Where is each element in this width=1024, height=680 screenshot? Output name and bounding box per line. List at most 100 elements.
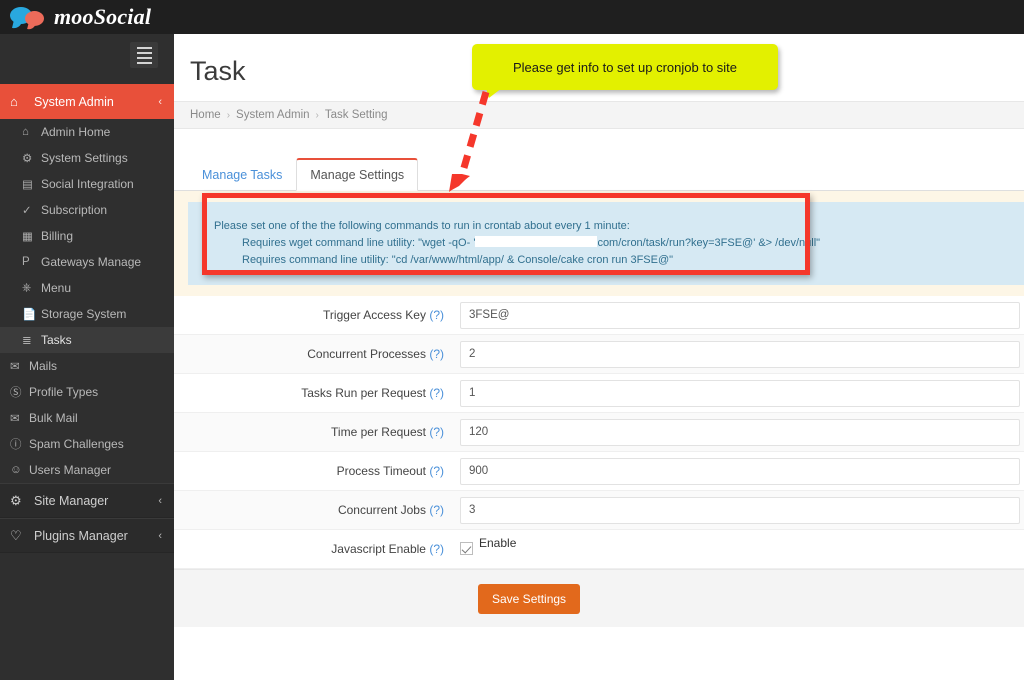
concurrent-jobs-input[interactable] [460,496,1020,524]
gear-icon: ⚙ [22,153,33,165]
sidebar-item-menu[interactable]: ⎈ Menu [0,275,174,301]
form-row-javascript-enable: Javascript Enable (?) Enable [174,530,1024,569]
form-label: Javascript Enable (?) [174,542,460,556]
form-control [460,379,1024,407]
time-per-request-input[interactable] [460,418,1020,446]
help-icon[interactable]: (?) [429,542,444,556]
paypal-icon: P [22,256,30,268]
form-control [460,301,1024,329]
tab-manage-tasks[interactable]: Manage Tasks [188,159,296,191]
form-row-concurrent-jobs: Concurrent Jobs (?) [174,491,1024,530]
sidebar-section-label: Plugins Manager [34,528,128,543]
form-control [460,418,1024,446]
sidebar-item-billing[interactable]: ▦ Billing [0,223,174,249]
form-label: Tasks Run per Request (?) [174,386,460,400]
breadcrumb-separator-icon: › [315,109,319,121]
sidebar-item-label: System Settings [41,151,128,165]
sidebar-item-tasks[interactable]: ≣ Tasks [0,327,174,353]
form-control: Enable [460,536,1024,556]
tasks-run-per-request-input[interactable] [460,379,1020,407]
envelope-icon: ✉ [10,413,20,425]
sidebar-item-users-manager[interactable]: ☺ Users Manager [0,457,174,483]
plug-icon: ♡ [10,527,22,543]
help-icon[interactable]: (?) [429,386,444,400]
brand-name: mooSocial [54,4,152,29]
form-label: Concurrent Processes (?) [174,347,460,361]
label-text: Time per Request [331,425,426,439]
sidebar-item-label: Profile Types [29,385,99,399]
annotation-callout: Please get info to set up cronjob to sit… [472,44,778,90]
check-icon: ✓ [22,205,32,217]
sidebar-section-site-manager[interactable]: ⚙ Site Manager ‹ [0,483,174,518]
form-label: Time per Request (?) [174,425,460,439]
chevron-left-icon: ‹ [158,529,162,542]
sidebar-item-profile-types[interactable]: Ⓢ Profile Types [0,379,174,405]
sidebar-section-system-admin[interactable]: ⌂ System Admin ‹ [0,84,174,119]
help-icon[interactable]: (?) [429,425,444,439]
concurrent-processes-input[interactable] [460,340,1020,368]
breadcrumb-separator-icon: › [226,109,231,121]
hamburger-icon[interactable] [130,42,158,68]
sidebar-item-system-settings[interactable]: ⚙ System Settings [0,145,174,171]
top-bar: mooSocial [0,0,1024,34]
sidebar-item-admin-home[interactable]: ⌂ Admin Home [0,119,174,145]
form-control [460,496,1024,524]
label-text: Javascript Enable [331,542,426,556]
chevron-left-icon: ‹ [158,95,162,108]
breadcrumb-item-task-setting: Task Setting [324,109,388,121]
label-text: Concurrent Jobs [337,503,426,517]
form-row-trigger-access-key: Trigger Access Key (?) [174,296,1024,335]
trigger-access-key-input[interactable] [460,301,1020,329]
form-control [460,457,1024,485]
brand-logo[interactable]: mooSocial [10,2,151,32]
javascript-enable-checkbox[interactable] [460,542,473,555]
sidebar-section-plugins-manager[interactable]: ♡ Plugins Manager ‹ [0,518,174,553]
chevron-left-icon: ‹ [158,494,162,507]
main-content: Task Home › System Admin › Task Setting … [174,34,1024,680]
form-label: Process Timeout (?) [174,464,460,478]
user-icon: ☺ [10,464,22,476]
sidebar-item-label: Admin Home [41,125,111,139]
sidebar-item-label: Users Manager [29,463,112,477]
sidebar-item-label: Tasks [41,333,72,347]
sidebar-item-mails[interactable]: ✉ Mails [0,353,174,379]
form-footer: Save Settings [174,569,1024,627]
breadcrumb-item-system-admin[interactable]: System Admin [236,109,310,121]
sidebar-item-label: Menu [41,281,72,295]
sidebar-item-label: Gateways Manage [41,255,142,269]
sidebar-item-subscription[interactable]: ✓ Subscription [0,197,174,223]
form-label: Concurrent Jobs (?) [174,503,460,517]
label-text: Concurrent Processes [307,347,426,361]
sidebar-item-label: Mails [29,359,58,373]
javascript-enable-checkbox-wrap: Enable [460,536,1024,556]
sidebar-item-gateways-manage[interactable]: P Gateways Manage [0,249,174,275]
sidebar: ⌂ System Admin ‹ ⌂ Admin Home ⚙ System S… [0,34,174,680]
tab-manage-settings[interactable]: Manage Settings [296,158,419,191]
form-control [460,340,1024,368]
sidebar-item-label: Billing [41,229,74,243]
envelope-icon: ✉ [10,361,20,373]
sitemap-icon: ⎈ [22,281,32,294]
sidebar-item-social-integration[interactable]: ▤ Social Integration [0,171,174,197]
sidebar-toggle-row [0,34,174,84]
sidebar-item-bulk-mail[interactable]: ✉ Bulk Mail [0,405,174,431]
circle-check-icon: Ⓢ [10,387,22,399]
sidebar-section-label: System Admin [34,94,114,109]
sidebar-item-label: Storage System [41,307,127,321]
sidebar-item-spam-challenges[interactable]: ⓘ Spam Challenges [0,431,174,457]
breadcrumb-item-home[interactable]: Home [190,109,221,121]
sidebar-item-label: Bulk Mail [29,411,78,425]
help-icon[interactable]: (?) [429,503,444,517]
sidebar-item-storage-system[interactable]: 📄 Storage System [0,301,174,327]
save-settings-button[interactable]: Save Settings [478,583,581,614]
settings-form: Trigger Access Key (?) Concurrent Proces… [174,296,1024,627]
question-circle-icon: ⓘ [10,439,22,451]
form-row-concurrent-processes: Concurrent Processes (?) [174,335,1024,374]
tab-bar: Manage Tasks Manage Settings [174,149,1024,191]
gears-icon: ⚙ [10,492,22,508]
help-icon[interactable]: (?) [429,308,444,322]
process-timeout-input[interactable] [460,457,1020,485]
help-icon[interactable]: (?) [429,347,444,361]
list-icon: ≣ [22,335,32,347]
help-icon[interactable]: (?) [429,464,444,478]
